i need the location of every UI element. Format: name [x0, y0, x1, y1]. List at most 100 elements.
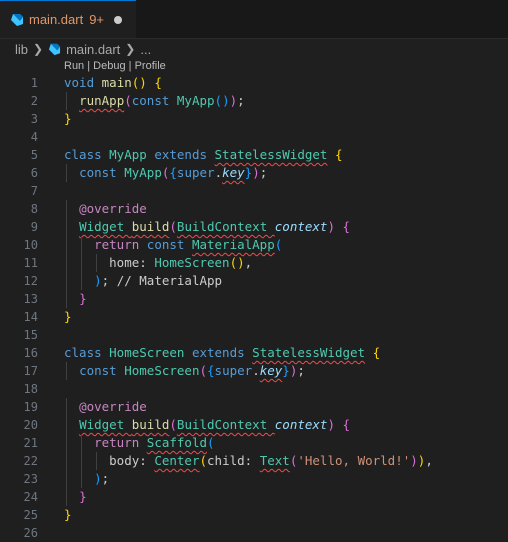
chevron-right-icon: ❯ [125, 42, 136, 56]
line-number: 23 [23, 472, 38, 486]
code-token: const [79, 165, 125, 180]
code-line[interactable]: 5 class MyApp extends StatelessWidget { [0, 146, 508, 164]
code-line[interactable]: 23 ); [0, 470, 508, 488]
code-token: // MaterialApp [116, 273, 223, 288]
code-line[interactable]: 20 Widget build(BuildContext context) { [0, 416, 508, 434]
code-token: StatelessWidget [252, 345, 366, 360]
code-token: ( [207, 435, 215, 450]
code-token: HomeScreen [109, 345, 192, 360]
code-token: } [79, 291, 87, 306]
code-line[interactable]: 3} [0, 110, 508, 128]
code-token: Text [259, 453, 290, 468]
code-token: home [109, 255, 140, 270]
code-line[interactable]: 9 Widget build(BuildContext context) { [0, 218, 508, 236]
code-token: MaterialApp [191, 237, 275, 252]
unsaved-changes-dot-icon[interactable] [114, 15, 123, 24]
line-number: 5 [30, 148, 38, 162]
code-line[interactable]: 15 [0, 326, 508, 344]
code-token: const [131, 93, 177, 108]
code-line[interactable]: 7 [0, 182, 508, 200]
line-number: 15 [23, 328, 38, 342]
code-text: void main() { [64, 74, 162, 92]
code-token: Scaffold [146, 435, 208, 450]
code-line[interactable]: 4 [0, 128, 508, 146]
code-token: ( [199, 363, 208, 378]
breadcrumb-folder-lib[interactable]: lib [15, 42, 28, 57]
breadcrumb-symbols[interactable]: ... [140, 42, 151, 57]
vertical-scrollbar[interactable] [502, 60, 508, 538]
breadcrumb-file[interactable]: main.dart [66, 42, 120, 57]
line-number: 21 [23, 436, 38, 450]
code-token: @override [79, 399, 147, 414]
code-line[interactable]: 17 const HomeScreen({super.key}); [0, 362, 508, 380]
code-token: ( [274, 237, 283, 252]
code-token: Center [154, 453, 200, 468]
code-line[interactable]: 2 runApp(const MyApp()); [0, 92, 508, 110]
code-token: ) [94, 273, 102, 288]
code-line[interactable]: 8 @override [0, 200, 508, 218]
codelens-run[interactable]: Run [64, 60, 84, 72]
code-token: , [244, 255, 253, 270]
code-line[interactable]: 11 home: HomeScreen(), [0, 254, 508, 272]
code-line[interactable]: 24 } [0, 488, 508, 506]
code-text: } [64, 506, 72, 524]
code-line[interactable]: 1 void main() { [0, 74, 508, 92]
code-token: () [229, 255, 245, 270]
code-token: runApp [79, 93, 125, 108]
code-text: ); [64, 470, 109, 488]
code-line[interactable]: 26 [0, 524, 508, 542]
code-line[interactable]: 25} [0, 506, 508, 524]
line-number: 18 [23, 382, 38, 396]
codelens-separator: | [84, 60, 94, 72]
code-line[interactable]: 13 } [0, 290, 508, 308]
codelens-profile[interactable]: Profile [135, 60, 166, 72]
code-line[interactable]: 16 class HomeScreen extends StatelessWidg… [0, 344, 508, 362]
code-line[interactable]: 22 body: Center(child: Text('Hello, Worl… [0, 452, 508, 470]
code-token: : [139, 453, 155, 468]
code-token: void [64, 75, 102, 90]
code-token: ) [327, 417, 335, 432]
line-number: 22 [23, 454, 38, 468]
code-text: return Scaffold( [64, 434, 215, 452]
code-token: return [94, 435, 147, 450]
tab-filename: main.dart [29, 12, 84, 27]
code-line[interactable]: 18 [0, 380, 508, 398]
tab-main-dart[interactable]: main.dart 9+ [0, 0, 136, 38]
dart-icon [11, 13, 23, 26]
code-text: } [64, 308, 72, 326]
code-token: body [109, 453, 140, 468]
code-line[interactable]: 21 return Scaffold( [0, 434, 508, 452]
code-editor[interactable]: 1 void main() {2 runApp(const MyApp()); 3}… [0, 74, 508, 542]
code-line[interactable]: 10 return const MaterialApp( [0, 236, 508, 254]
code-token: ; [259, 165, 268, 180]
code-text: Widget build(BuildContext context) { [64, 416, 350, 434]
code-line[interactable]: 6 const MyApp({super.key}); [0, 164, 508, 182]
code-token: ; [237, 93, 245, 108]
code-line[interactable]: 12 ); // MaterialApp [0, 272, 508, 290]
code-token: . [214, 165, 223, 180]
code-token: class [64, 345, 110, 360]
code-token: const [79, 363, 125, 378]
codelens-debug[interactable]: Debug [93, 60, 125, 72]
code-line[interactable]: 19 @override [0, 398, 508, 416]
code-line[interactable]: 14} [0, 308, 508, 326]
line-number: 19 [23, 400, 38, 414]
code-text: body: Center(child: Text('Hello, World!'… [64, 452, 433, 470]
code-token: ( [169, 219, 177, 234]
code-text: return const MaterialApp( [64, 236, 282, 254]
code-token: ) [410, 453, 418, 468]
line-number: 14 [23, 310, 38, 324]
line-number: 10 [23, 238, 38, 252]
code-token: : [244, 453, 260, 468]
line-number: 4 [30, 130, 38, 144]
